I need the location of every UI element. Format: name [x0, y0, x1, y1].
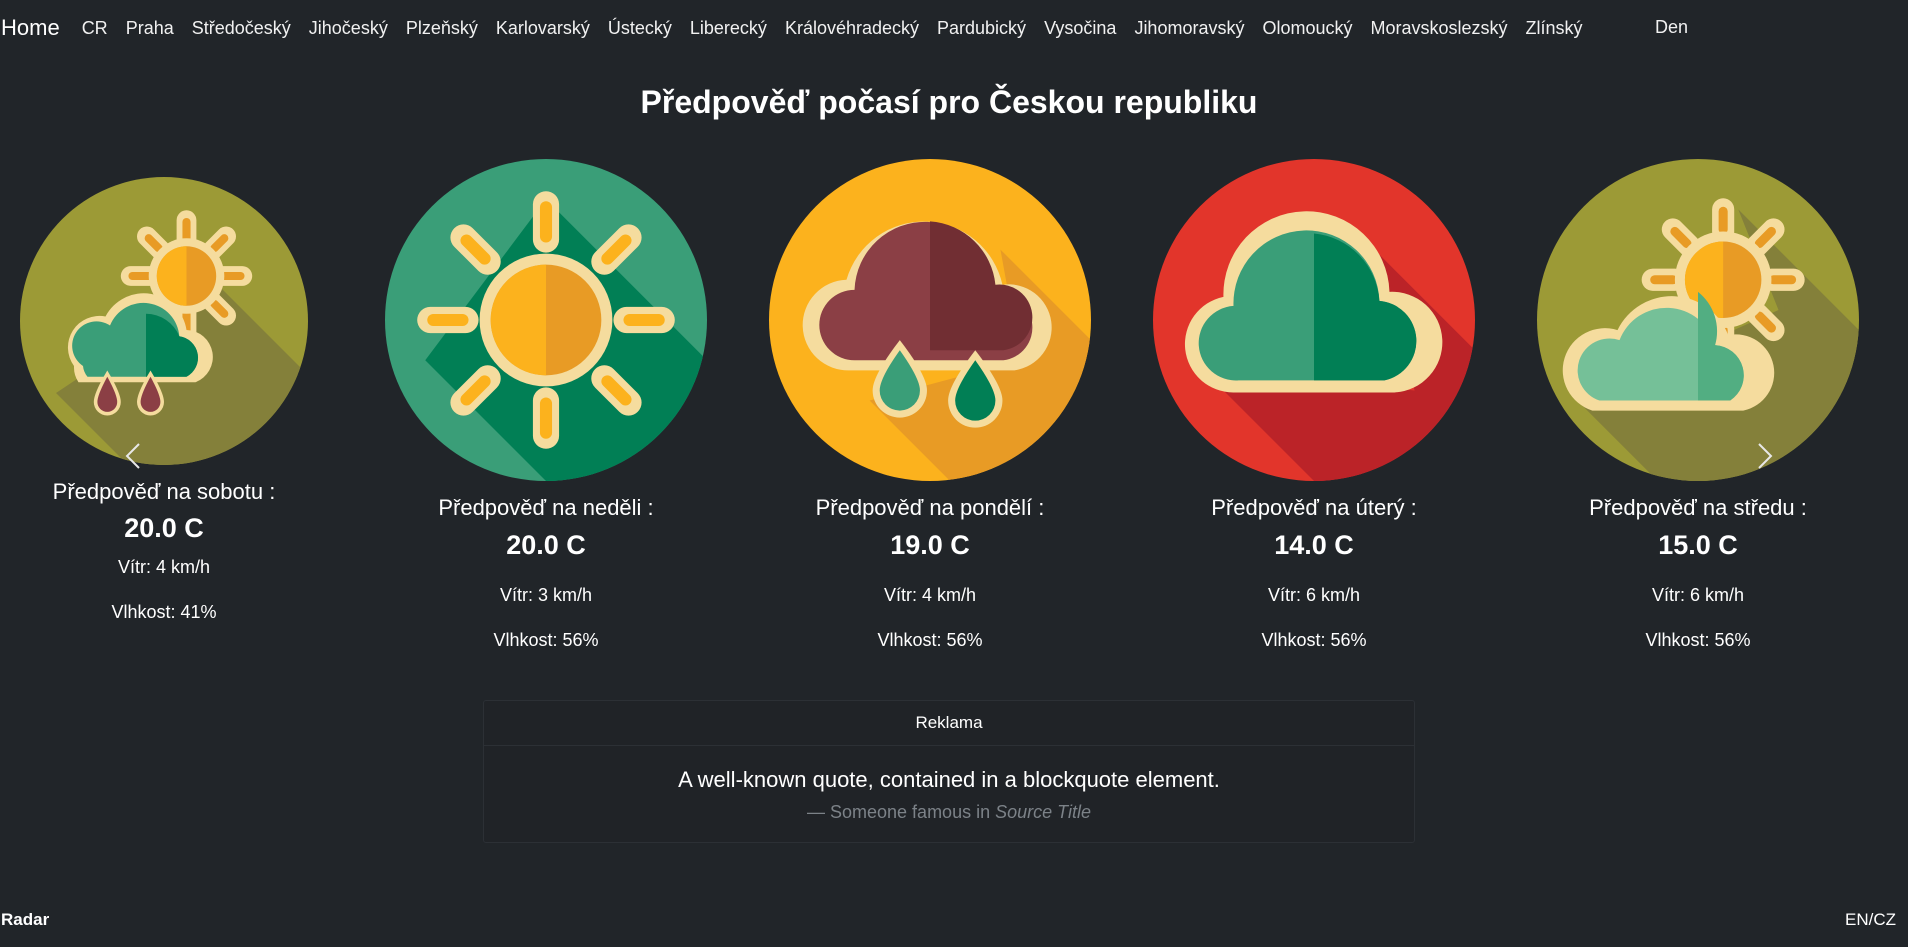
nav-link-jihocesky[interactable]: Jihočeský: [309, 18, 388, 39]
nav-link-zlinsky[interactable]: Zlínský: [1526, 18, 1583, 39]
ad-header: Reklama: [484, 701, 1414, 746]
forecast-wind: Vítr: 4 km/h: [117, 557, 211, 577]
forecast-temperature: 19.0 C: [890, 530, 970, 560]
forecast-wind: Vítr: 6 km/h: [1267, 585, 1361, 605]
nav-link-praha[interactable]: Praha: [126, 18, 174, 39]
forecast-heading: Předpověď na středu :: [1589, 495, 1807, 520]
home-link[interactable]: Home: [1, 15, 60, 41]
top-navbar: Home CR Praha Středočeský Jihočeský Plze…: [0, 0, 1908, 56]
nav-link-cr[interactable]: CR: [82, 18, 108, 39]
forecast-wind: Vítr: 3 km/h: [499, 585, 593, 605]
rain-cloud-icon: [769, 159, 1091, 481]
ad-quote-text: A well-known quote, contained in a block…: [678, 767, 1220, 792]
nav-link-olomoucky[interactable]: Olomoucký: [1262, 18, 1352, 39]
nav-link-karlovarsky[interactable]: Karlovarský: [496, 18, 590, 39]
nav-link-ustecky[interactable]: Ústecký: [608, 18, 672, 39]
forecast-heading: Předpověď na neděli :: [438, 495, 654, 520]
forecast-card-wednesday: Předpověď na středu : 15.0 C Vítr: 6 km/…: [1533, 159, 1863, 651]
ad-quote-attribution: — Someone famous in: [807, 802, 996, 822]
forecast-wind: Vítr: 4 km/h: [883, 585, 977, 605]
forecast-humidity: Vlhkost: 56%: [1261, 630, 1367, 650]
nav-link-kralovehradecky[interactable]: Královéhradecký: [785, 18, 919, 39]
forecast-temperature: 14.0 C: [1274, 530, 1354, 560]
ad-card: Reklama A well-known quote, contained in…: [483, 700, 1415, 843]
ad-quote-source: Source Title: [995, 802, 1091, 822]
page-title: Předpověď počasí pro Českou republiku: [640, 84, 1258, 120]
forecast-temperature: 20.0 C: [506, 530, 586, 560]
forecast-humidity: Vlhkost: 41%: [111, 602, 217, 622]
forecast-card-monday: Předpověď na pondělí : 19.0 C Vítr: 4 km…: [765, 159, 1095, 651]
forecast-card-tuesday: Předpověď na úterý : 14.0 C Vítr: 6 km/h…: [1149, 159, 1479, 651]
sun-cloud-rain-icon: [20, 177, 308, 465]
nav-link-stredocesky[interactable]: Středočeský: [192, 18, 291, 39]
nav-link-vysocina[interactable]: Vysočina: [1044, 18, 1116, 39]
carousel-next-button[interactable]: [1745, 436, 1785, 476]
nav-link-pardubicky[interactable]: Pardubický: [937, 18, 1026, 39]
nav-link-moravskoslezsky[interactable]: Moravskoslezský: [1371, 18, 1508, 39]
chevron-left-icon: [125, 443, 140, 469]
language-switch[interactable]: EN/CZ: [1845, 910, 1896, 930]
forecast-wind: Vítr: 6 km/h: [1651, 585, 1745, 605]
forecast-humidity: Vlhkost: 56%: [1645, 630, 1751, 650]
day-mode-toggle[interactable]: Den: [1655, 17, 1688, 38]
forecast-heading: Předpověď na sobotu :: [52, 479, 276, 504]
forecast-heading: Předpověď na úterý :: [1211, 495, 1417, 520]
nav-link-plzensky[interactable]: Plzeňský: [406, 18, 478, 39]
ad-quote-footer: — Someone famous in Source Title: [484, 802, 1414, 823]
forecast-humidity: Vlhkost: 56%: [877, 630, 983, 650]
forecast-temperature: 15.0 C: [1658, 530, 1738, 560]
chevron-right-icon: [1758, 443, 1773, 469]
forecast-card-saturday: Předpověď na sobotu : 20.0 C Vítr: 4 km/…: [0, 177, 329, 623]
carousel-prev-button[interactable]: [113, 436, 153, 476]
forecast-temperature: 20.0 C: [124, 513, 204, 543]
partly-cloudy-icon: [1537, 159, 1859, 481]
forecast-heading: Předpověď na pondělí :: [815, 495, 1045, 520]
radar-link[interactable]: Radar: [1, 910, 49, 930]
sun-icon: [385, 159, 707, 481]
ad-blockquote: A well-known quote, contained in a block…: [484, 767, 1414, 823]
nav-link-jihomoravsky[interactable]: Jihomoravský: [1134, 18, 1244, 39]
forecast-carousel: Předpověď na sobotu : 20.0 C Vítr: 4 km/…: [0, 150, 1908, 680]
forecast-card-sunday: Předpověď na neděli : 20.0 C Vítr: 3 km/…: [381, 159, 711, 651]
cloud-icon: [1153, 159, 1475, 481]
forecast-humidity: Vlhkost: 56%: [493, 630, 599, 650]
nav-link-liberecky[interactable]: Liberecký: [690, 18, 767, 39]
